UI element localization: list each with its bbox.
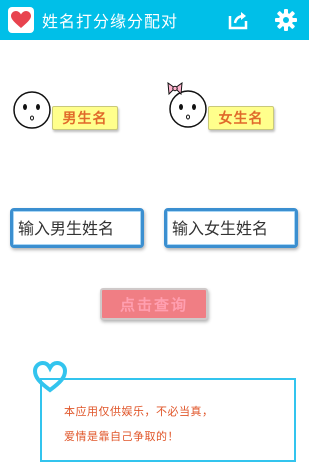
- disclaimer-box: [40, 378, 296, 462]
- girl-face-icon: [166, 81, 210, 130]
- male-name-input[interactable]: [10, 208, 144, 248]
- heart-icon: [8, 7, 34, 33]
- disclaimer-line-2: 爱情是靠自己争取的！: [64, 430, 179, 443]
- app-header: 姓名打分缘分配对: [0, 0, 309, 40]
- heart-icon: [32, 360, 68, 394]
- gear-icon[interactable]: [274, 8, 298, 32]
- male-name-label: 男生名: [52, 106, 118, 130]
- share-icon[interactable]: [226, 8, 250, 32]
- disclaimer-line-1: 本应用仅供娱乐，不必当真，: [64, 405, 214, 418]
- female-name-label: 女生名: [208, 106, 274, 130]
- female-name-input[interactable]: [164, 208, 298, 248]
- boy-face-icon: [12, 90, 52, 130]
- query-button[interactable]: 点击查询: [100, 288, 208, 320]
- app-title: 姓名打分缘分配对: [42, 12, 179, 31]
